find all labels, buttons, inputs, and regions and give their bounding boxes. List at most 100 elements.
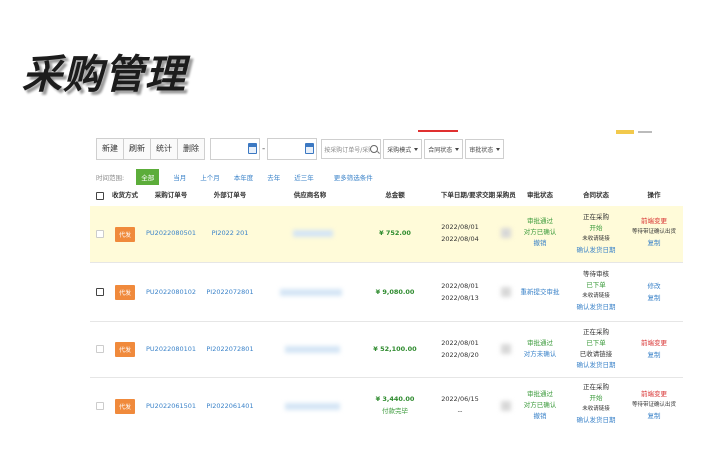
po-number-link[interactable]: PU2022061501 [146, 401, 196, 412]
filter-last-month[interactable]: 上个月 [200, 172, 220, 182]
change-link[interactable]: 前端变更 [631, 389, 677, 400]
supplier-redacted [285, 346, 340, 353]
header-amount: 总金额 [385, 191, 405, 199]
purchase-mode-select[interactable]: 采购模式 [383, 139, 423, 159]
po-number-link[interactable]: PU2022080501 [146, 228, 196, 239]
approval-status: 审批通过 [527, 390, 553, 398]
supplier-redacted [285, 403, 340, 410]
confirm-ship-date-link[interactable]: 确认发货日期 [571, 360, 621, 371]
due-date: 2022/08/13 [441, 294, 479, 302]
revoke-link[interactable]: 撤销 [520, 238, 560, 249]
slide-title: 采购管理 [22, 52, 186, 98]
order-date: 2022/08/01 [441, 282, 479, 290]
copy-link[interactable]: 复制 [631, 350, 677, 361]
ext-number-link[interactable]: PI2022072801 [205, 344, 255, 355]
edit-link[interactable]: 修改 [631, 281, 677, 292]
top-accent-line [418, 130, 458, 132]
filter-all[interactable]: 全部 [136, 169, 160, 185]
confirm-ship-date-link[interactable]: 确认发货日期 [571, 245, 621, 256]
calendar-icon[interactable] [248, 143, 257, 154]
copy-link[interactable]: 复制 [631, 238, 677, 249]
contract-status: 正在采购 [583, 383, 609, 391]
copy-link[interactable]: 复制 [631, 293, 677, 304]
filter-this-month[interactable]: 当月 [173, 172, 186, 182]
amount: ¥ 52,100.00 [373, 345, 417, 353]
contract-status-select[interactable]: 合同状态 [424, 139, 464, 159]
due-date: 2022/08/04 [441, 235, 479, 243]
end-date-input[interactable] [267, 138, 318, 160]
contract-link-status: 未收请链接 [582, 293, 610, 299]
filter-label: 时间范围: [96, 174, 125, 182]
approval-status-select[interactable]: 审批状态 [465, 139, 505, 159]
amount: ¥ 752.00 [379, 229, 411, 237]
row-checkbox[interactable] [96, 230, 104, 238]
table-row[interactable]: 代发 PU2022061501 PI2022061401 ¥ 3,440.00 … [90, 378, 683, 438]
header-ops: 操作 [647, 191, 661, 199]
stats-button[interactable]: 统计 [150, 138, 178, 160]
start-date-input[interactable] [210, 138, 260, 160]
contract-link-status: 未收请链接 [582, 406, 610, 412]
top-marker [638, 131, 652, 133]
row-checkbox[interactable] [96, 345, 104, 353]
calendar-icon[interactable] [305, 143, 315, 154]
dropdown-arrow-icon [496, 147, 501, 151]
more-filters-link[interactable]: 更多筛选条件 [334, 172, 373, 182]
po-number-link[interactable]: PU2022080101 [146, 344, 196, 355]
filter-last-year[interactable]: 去年 [267, 172, 280, 182]
refresh-button[interactable]: 刷新 [123, 138, 151, 160]
buyer-redacted [501, 287, 511, 297]
po-number-link[interactable]: PU2022080102 [146, 287, 196, 298]
order-date: 2022/08/01 [441, 223, 479, 231]
ext-number-link[interactable]: PI2022072801 [205, 287, 255, 298]
ext-number-link[interactable]: PI2022 201 [205, 228, 255, 239]
table-header: 收货方式 采购订单号 外部订单号 供应商名称 总金额 下单日期/要求交期 采购员… [90, 190, 683, 204]
filter-this-year[interactable]: 本年度 [234, 172, 254, 182]
order-date: 2022/08/01 [441, 339, 479, 347]
header-po-number: 采购订单号 [154, 191, 188, 199]
confirm-ship-date-link[interactable]: 确认发货日期 [571, 302, 621, 313]
buyer-redacted [501, 401, 511, 411]
method-badge: 代发 [115, 227, 136, 242]
screenshot-panel: 新建 刷新 统计 删除 - 按采购订单号/采购... 采购模式 合同状态 审批状… [90, 130, 683, 450]
resubmit-link[interactable]: 重新提交审批 [515, 287, 565, 298]
ext-number-link[interactable]: PI2022061401 [205, 401, 255, 412]
counterpart-status: 对方已确认 [523, 228, 557, 236]
new-button[interactable]: 新建 [96, 138, 124, 160]
contract-progress: 开始 [589, 394, 603, 402]
revoke-link[interactable]: 撤销 [520, 411, 560, 422]
date-separator: - [262, 144, 266, 154]
copy-link[interactable]: 复制 [631, 411, 677, 422]
select-all-checkbox[interactable] [96, 192, 104, 200]
dropdown-arrow-icon [414, 147, 419, 151]
ops-status: 等待带证确认出货 [631, 402, 676, 408]
method-badge: 代发 [115, 342, 136, 357]
contract-link-status: 未收请链接 [582, 236, 610, 242]
counterpart-status: 对方未确认 [523, 350, 557, 358]
search-placeholder: 按采购订单号/采购... [324, 146, 370, 154]
search-input[interactable]: 按采购订单号/采购... [321, 139, 382, 159]
change-link[interactable]: 前端变更 [631, 338, 677, 349]
table-row[interactable]: 代发 PU2022080101 PI2022072801 ¥ 52,100.00… [90, 322, 683, 378]
change-link[interactable]: 前端变更 [631, 216, 677, 227]
table-row[interactable]: 代发 PU2022080102 PI2022072801 ¥ 9,080.00 … [90, 263, 683, 322]
amount: ¥ 3,440.00 [375, 395, 415, 403]
counterpart-status: 对方已确认 [523, 401, 557, 409]
time-filter: 时间范围: 全部 当月 上个月 本年度 去年 近三年 更多筛选条件 [96, 169, 373, 185]
contract-progress: 已下单 [586, 281, 606, 289]
confirm-ship-date-link[interactable]: 确认发货日期 [571, 415, 621, 426]
buyer-redacted [501, 228, 511, 238]
dropdown-arrow-icon [455, 147, 460, 151]
delete-button[interactable]: 删除 [177, 138, 205, 160]
contract-progress: 开始 [589, 224, 603, 232]
row-checkbox[interactable] [96, 402, 104, 410]
filter-three-years[interactable]: 近三年 [294, 172, 314, 182]
header-approval: 审批状态 [527, 191, 553, 199]
search-icon[interactable] [370, 145, 379, 153]
due-date: -- [457, 407, 463, 415]
row-checkbox[interactable] [96, 288, 104, 296]
method-badge: 代发 [115, 399, 136, 414]
method-badge: 代发 [115, 285, 136, 300]
table-row[interactable]: 代发 PU2022080501 PI2022 201 ¥ 752.00 2022… [90, 206, 683, 263]
order-date: 2022/06/15 [441, 395, 479, 403]
header-receive-method: 收货方式 [112, 191, 138, 199]
